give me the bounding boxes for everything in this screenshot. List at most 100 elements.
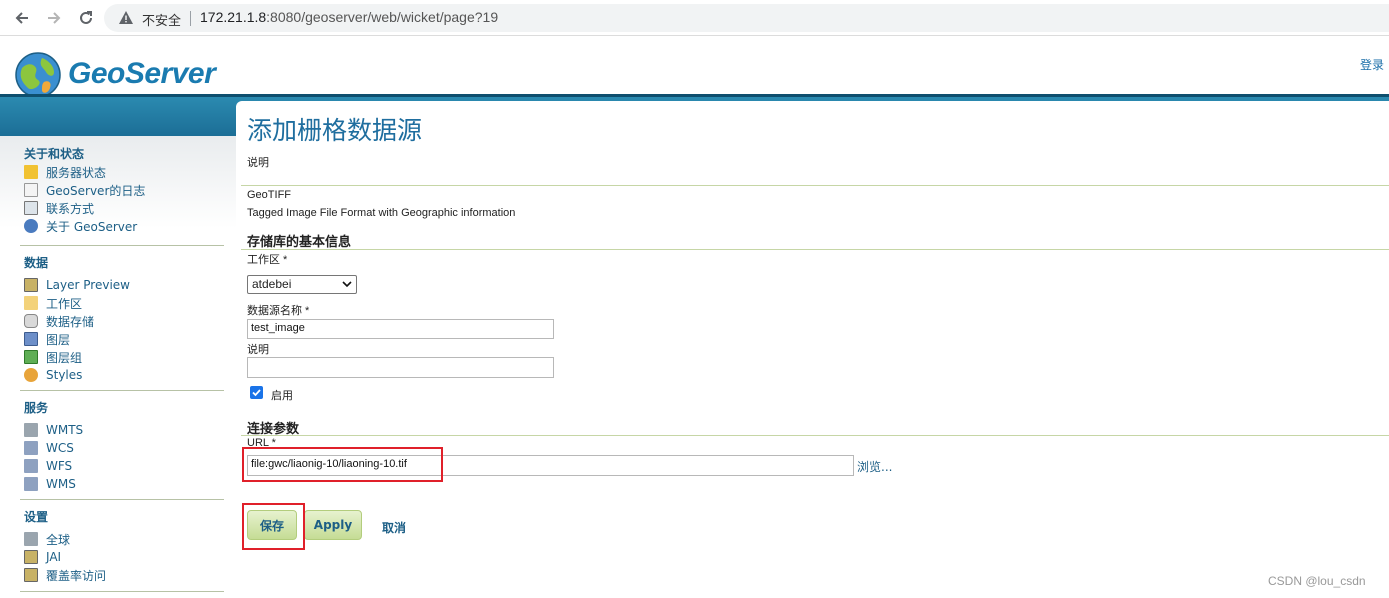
url-host: 172.21.1.8 [200, 9, 267, 25]
forward-button[interactable] [42, 6, 66, 30]
chevron-down-icon [342, 281, 352, 288]
sidebar-item-global[interactable]: 全球 [24, 530, 224, 548]
menu-divider [20, 591, 224, 592]
back-arrow-icon [15, 12, 28, 24]
sidebar-item-label: 覆盖率访问 [46, 568, 107, 583]
menu-title-data: 数据 [24, 256, 49, 270]
contact-card-icon [24, 201, 38, 215]
sidebar-item-layer-groups[interactable]: 图层组 [24, 348, 224, 366]
enabled-label: 启用 [271, 390, 293, 402]
sidebar-item-wfs[interactable]: WFS [24, 457, 224, 475]
sidebar-item-label: Layer Preview [46, 278, 130, 292]
store-name-label: 数据源名称 * [247, 305, 310, 317]
palette-icon [24, 368, 38, 382]
browser-toolbar: 不安全 172.21.1.8:8080/geoserver/web/wicket… [0, 0, 1389, 36]
sidebar-item-wcs[interactable]: WCS [24, 439, 224, 457]
back-button[interactable] [10, 6, 34, 30]
enabled-checkbox[interactable] [250, 386, 263, 399]
sidebar-item-label: Styles [46, 368, 83, 382]
watermark: CSDN @lou_csdn [1268, 574, 1366, 588]
menu-section-data: 数据 Layer Preview 工作区 数据存储 图层 图层组 Styles [24, 254, 224, 384]
sidebar-item-label: JAI [46, 550, 62, 564]
address-bar[interactable]: 不安全 172.21.1.8:8080/geoserver/web/wicket… [104, 4, 1389, 32]
database-icon [24, 314, 38, 328]
sidebar-item-layers[interactable]: 图层 [24, 330, 224, 348]
sidebar-item-jai[interactable]: JAI [24, 548, 224, 566]
save-highlight-box [242, 503, 305, 550]
format-name: GeoTIFF [247, 189, 292, 201]
server-icon [24, 532, 38, 546]
folder-icon [24, 296, 38, 310]
menu-section-services: 服务 WMTS WCS WFS WMS [24, 399, 224, 493]
sidebar-item-layer-preview[interactable]: Layer Preview [24, 276, 224, 294]
sidebar-item-workspaces[interactable]: 工作区 [24, 294, 224, 312]
sidebar-item-label: 服务器状态 [46, 165, 107, 180]
sidebar-item-label: 数据存储 [46, 314, 95, 329]
server-status-icon [24, 165, 38, 179]
sidebar-item-server-status[interactable]: 服务器状态 [24, 163, 224, 181]
sidebar-item-label: WMS [46, 477, 76, 491]
sidebar-item-label: 图层组 [46, 350, 83, 365]
logo-text[interactable]: GeoServer [68, 57, 216, 91]
workspace-select[interactable]: atdebei [247, 275, 357, 294]
info-icon [24, 219, 38, 233]
layer-preview-icon [24, 278, 38, 292]
server-icon [24, 441, 38, 455]
warning-icon [119, 11, 133, 24]
sidebar-item-styles[interactable]: Styles [24, 366, 224, 384]
url-highlight-box [242, 447, 443, 482]
menu-divider [20, 390, 224, 391]
sidebar-item-stores[interactable]: 数据存储 [24, 312, 224, 330]
basic-info-heading: 存储库的基本信息 [247, 235, 352, 250]
reload-button[interactable] [74, 6, 98, 30]
image-icon [24, 550, 38, 564]
sidebar-item-label: WMTS [46, 423, 84, 437]
workspace-label: 工作区 * [247, 254, 288, 266]
description-input[interactable] [247, 357, 554, 378]
sidebar-item-contact[interactable]: 联系方式 [24, 199, 224, 217]
description-label: 说明 [247, 344, 269, 356]
sidebar-item-label: GeoServer的日志 [46, 183, 146, 198]
menu-title-settings: 设置 [24, 510, 49, 524]
url-separator [190, 11, 191, 26]
divider [241, 185, 1389, 186]
sidebar-item-coverage-access[interactable]: 覆盖率访问 [24, 566, 224, 584]
layer-icon [24, 332, 38, 346]
format-description: Tagged Image File Format with Geographic… [247, 207, 516, 219]
geoserver-globe-icon[interactable] [12, 50, 64, 100]
url-text: 172.21.1.8:8080/geoserver/web/wicket/pag… [200, 9, 498, 25]
workspace-value: atdebei [252, 277, 292, 291]
checkmark-icon [252, 389, 261, 397]
server-icon [24, 477, 38, 491]
reload-icon [80, 11, 92, 24]
store-name-input[interactable]: test_image [247, 319, 554, 339]
header: GeoServer 登录 [0, 36, 1389, 98]
insecure-label: 不安全 [142, 14, 182, 29]
sidebar-item-label: 关于 GeoServer [46, 219, 138, 234]
menu-divider [20, 499, 224, 500]
forward-arrow-icon [48, 12, 61, 24]
login-link[interactable]: 登录 [1360, 56, 1384, 73]
page-title: 添加栅格数据源 [247, 117, 423, 145]
apply-button[interactable]: Apply [304, 510, 362, 540]
log-file-icon [24, 183, 38, 197]
main-content: 添加栅格数据源 说明 GeoTIFF Tagged Image File For… [236, 101, 1389, 598]
sidebar-item-wmts[interactable]: WMTS [24, 421, 224, 439]
sidebar-item-about[interactable]: 关于 GeoServer [24, 217, 224, 235]
sidebar-item-label: WCS [46, 441, 74, 455]
image-icon [24, 568, 38, 582]
server-icon [24, 423, 38, 437]
server-icon [24, 459, 38, 473]
sidebar-item-geoserver-log[interactable]: GeoServer的日志 [24, 181, 224, 199]
menu-title-services: 服务 [24, 401, 49, 415]
cancel-link[interactable]: 取消 [382, 519, 406, 536]
sidebar-item-wms[interactable]: WMS [24, 475, 224, 493]
browse-link[interactable]: 浏览... [857, 458, 892, 475]
sidebar-item-label: 全球 [46, 532, 71, 547]
menu-divider [20, 245, 224, 246]
url-path: :8080/geoserver/web/wicket/page?19 [266, 9, 499, 25]
page-subtitle: 说明 [247, 156, 269, 169]
menu-section-about: 关于和状态 服务器状态 GeoServer的日志 联系方式 关于 GeoServ… [24, 145, 224, 235]
sidebar-item-label: 图层 [46, 332, 71, 347]
divider [241, 435, 1389, 436]
